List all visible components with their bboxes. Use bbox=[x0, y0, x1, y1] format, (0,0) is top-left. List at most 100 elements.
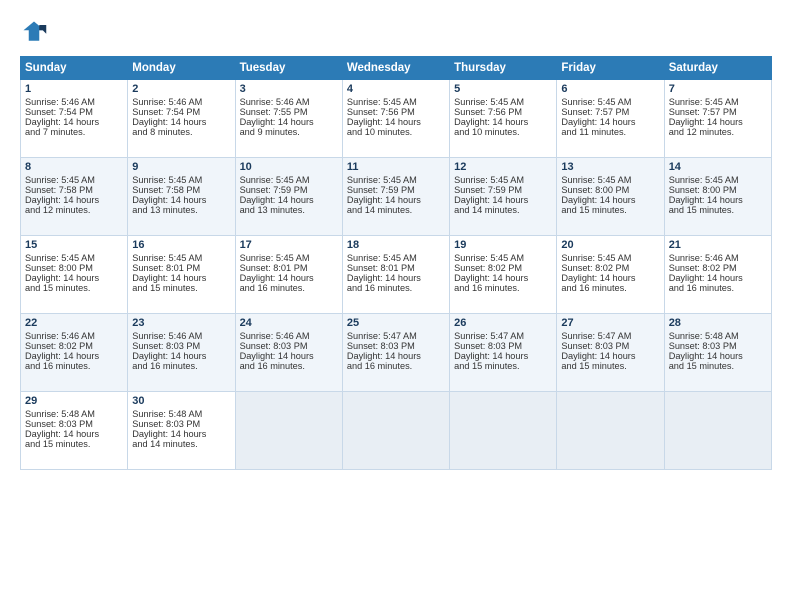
day-info-line: Sunset: 8:00 PM bbox=[25, 263, 123, 273]
calendar-cell: 9Sunrise: 5:45 AMSunset: 7:58 PMDaylight… bbox=[128, 158, 235, 236]
day-info-line: and 16 minutes. bbox=[240, 361, 338, 371]
calendar-header: SundayMondayTuesdayWednesdayThursdayFrid… bbox=[21, 57, 772, 80]
calendar-cell: 3Sunrise: 5:46 AMSunset: 7:55 PMDaylight… bbox=[235, 80, 342, 158]
day-info-line: Sunset: 8:03 PM bbox=[561, 341, 659, 351]
calendar-cell: 7Sunrise: 5:45 AMSunset: 7:57 PMDaylight… bbox=[664, 80, 771, 158]
header bbox=[20, 18, 772, 46]
day-info-line: Sunset: 8:03 PM bbox=[669, 341, 767, 351]
day-info-line: Sunset: 7:56 PM bbox=[454, 107, 552, 117]
day-info-line: and 16 minutes. bbox=[561, 283, 659, 293]
day-info-line: and 14 minutes. bbox=[454, 205, 552, 215]
day-info-line: Sunrise: 5:45 AM bbox=[669, 97, 767, 107]
day-number: 14 bbox=[669, 161, 767, 173]
day-info-line: Daylight: 14 hours bbox=[132, 117, 230, 127]
day-number: 21 bbox=[669, 239, 767, 251]
day-info-line: and 15 minutes. bbox=[669, 361, 767, 371]
day-number: 29 bbox=[25, 395, 123, 407]
day-info-line: Daylight: 14 hours bbox=[561, 195, 659, 205]
day-number: 16 bbox=[132, 239, 230, 251]
day-info-line: Sunset: 7:59 PM bbox=[240, 185, 338, 195]
day-info-line: Daylight: 14 hours bbox=[240, 351, 338, 361]
day-info-line: Daylight: 14 hours bbox=[25, 273, 123, 283]
day-info-line: Sunrise: 5:46 AM bbox=[25, 331, 123, 341]
day-number: 23 bbox=[132, 317, 230, 329]
day-number: 5 bbox=[454, 83, 552, 95]
day-number: 11 bbox=[347, 161, 445, 173]
day-number: 30 bbox=[132, 395, 230, 407]
day-info-line: Sunset: 8:03 PM bbox=[347, 341, 445, 351]
day-number: 25 bbox=[347, 317, 445, 329]
header-day-wednesday: Wednesday bbox=[342, 57, 449, 80]
calendar-table: SundayMondayTuesdayWednesdayThursdayFrid… bbox=[20, 56, 772, 470]
day-info-line: Sunset: 8:02 PM bbox=[669, 263, 767, 273]
day-info-line: Sunset: 8:00 PM bbox=[561, 185, 659, 195]
day-info-line: Sunrise: 5:46 AM bbox=[132, 331, 230, 341]
day-info-line: Sunrise: 5:46 AM bbox=[132, 97, 230, 107]
day-info-line: Sunset: 8:01 PM bbox=[347, 263, 445, 273]
day-info-line: Sunset: 7:59 PM bbox=[454, 185, 552, 195]
day-info-line: Sunset: 7:57 PM bbox=[669, 107, 767, 117]
calendar-cell: 21Sunrise: 5:46 AMSunset: 8:02 PMDayligh… bbox=[664, 236, 771, 314]
header-day-saturday: Saturday bbox=[664, 57, 771, 80]
day-info-line: Sunset: 8:03 PM bbox=[454, 341, 552, 351]
day-info-line: Sunrise: 5:45 AM bbox=[561, 97, 659, 107]
calendar-cell: 27Sunrise: 5:47 AMSunset: 8:03 PMDayligh… bbox=[557, 314, 664, 392]
calendar-cell: 14Sunrise: 5:45 AMSunset: 8:00 PMDayligh… bbox=[664, 158, 771, 236]
day-info-line: and 16 minutes. bbox=[669, 283, 767, 293]
day-info-line: Daylight: 14 hours bbox=[25, 429, 123, 439]
week-row-4: 29 Sunrise: 5:48 AM Sunset: 8:03 PM Dayligh… bbox=[21, 392, 772, 470]
calendar-cell: 18Sunrise: 5:45 AMSunset: 8:01 PMDayligh… bbox=[342, 236, 449, 314]
day-info-line: Sunset: 8:02 PM bbox=[561, 263, 659, 273]
day-info-line: Sunrise: 5:45 AM bbox=[132, 175, 230, 185]
day-info-line: Sunrise: 5:47 AM bbox=[561, 331, 659, 341]
day-info-line: Daylight: 14 hours bbox=[132, 351, 230, 361]
day-info-line: Sunset: 8:03 PM bbox=[132, 419, 230, 429]
header-day-thursday: Thursday bbox=[450, 57, 557, 80]
day-number: 1 bbox=[25, 83, 123, 95]
calendar-body: 1Sunrise: 5:46 AMSunset: 7:54 PMDaylight… bbox=[21, 80, 772, 470]
day-info-line: Sunset: 8:01 PM bbox=[240, 263, 338, 273]
day-number: 20 bbox=[561, 239, 659, 251]
week-row-2: 15Sunrise: 5:45 AMSunset: 8:00 PMDayligh… bbox=[21, 236, 772, 314]
day-number: 8 bbox=[25, 161, 123, 173]
day-info-line: Sunset: 7:58 PM bbox=[132, 185, 230, 195]
day-info-line: and 15 minutes. bbox=[25, 283, 123, 293]
calendar-cell: 30Sunrise: 5:48 AMSunset: 8:03 PMDayligh… bbox=[128, 392, 235, 470]
day-number: 3 bbox=[240, 83, 338, 95]
day-info-line: Sunrise: 5:48 AM bbox=[669, 331, 767, 341]
day-info-line: and 16 minutes. bbox=[347, 283, 445, 293]
day-info-line: Sunset: 7:54 PM bbox=[132, 107, 230, 117]
day-info-line: Daylight: 14 hours bbox=[25, 351, 123, 361]
day-number: 26 bbox=[454, 317, 552, 329]
day-info-line: Sunrise: 5:45 AM bbox=[669, 175, 767, 185]
calendar-cell: 1Sunrise: 5:46 AMSunset: 7:54 PMDaylight… bbox=[21, 80, 128, 158]
header-day-monday: Monday bbox=[128, 57, 235, 80]
day-info-line: Sunrise: 5:46 AM bbox=[669, 253, 767, 263]
day-number: 17 bbox=[240, 239, 338, 251]
day-info-line: Sunrise: 5:45 AM bbox=[132, 253, 230, 263]
day-number: 28 bbox=[669, 317, 767, 329]
day-number: 6 bbox=[561, 83, 659, 95]
day-info-line: Sunrise: 5:45 AM bbox=[347, 175, 445, 185]
calendar-cell: 28Sunrise: 5:48 AMSunset: 8:03 PMDayligh… bbox=[664, 314, 771, 392]
day-number: 4 bbox=[347, 83, 445, 95]
day-info-line: and 16 minutes. bbox=[240, 283, 338, 293]
day-info-line: and 9 minutes. bbox=[240, 127, 338, 137]
calendar-cell: 29Sunrise: 5:48 AMSunset: 8:03 PMDayligh… bbox=[21, 392, 128, 470]
day-info-line: Sunrise: 5:45 AM bbox=[561, 253, 659, 263]
day-number: 18 bbox=[347, 239, 445, 251]
day-info-line: Sunset: 7:55 PM bbox=[240, 107, 338, 117]
day-info-line: and 15 minutes. bbox=[132, 283, 230, 293]
day-info-line: Sunrise: 5:45 AM bbox=[454, 253, 552, 263]
calendar-cell: 15Sunrise: 5:45 AMSunset: 8:00 PMDayligh… bbox=[21, 236, 128, 314]
calendar-cell: 16Sunrise: 5:45 AMSunset: 8:01 PMDayligh… bbox=[128, 236, 235, 314]
day-info-line: and 15 minutes. bbox=[454, 361, 552, 371]
day-info-line: Sunset: 8:01 PM bbox=[132, 263, 230, 273]
logo-icon bbox=[20, 18, 48, 46]
page: SundayMondayTuesdayWednesdayThursdayFrid… bbox=[0, 0, 792, 612]
day-number: 27 bbox=[561, 317, 659, 329]
day-number: 19 bbox=[454, 239, 552, 251]
day-info-line: Daylight: 14 hours bbox=[454, 195, 552, 205]
day-info-line: Sunrise: 5:45 AM bbox=[25, 175, 123, 185]
day-info-line: Sunrise: 5:48 AM bbox=[25, 409, 123, 419]
